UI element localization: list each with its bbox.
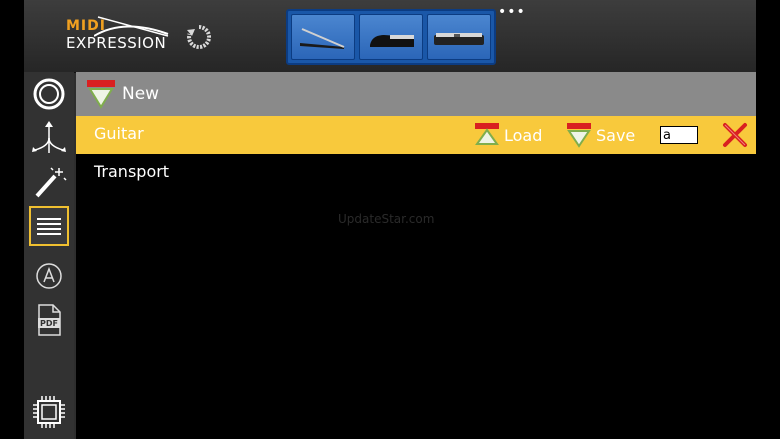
sidebar: PDF: [24, 72, 74, 439]
sidebar-item-record[interactable]: [29, 74, 69, 114]
chip-icon: [33, 396, 65, 428]
pdf-document-icon: PDF: [38, 304, 61, 336]
save-preset-button[interactable]: Save: [566, 120, 635, 150]
pedal-sustain-button[interactable]: [359, 14, 423, 60]
save-label: Save: [596, 125, 636, 145]
sync-icon[interactable]: [186, 24, 212, 50]
pedal-expression-button[interactable]: [291, 14, 355, 60]
logo-expression-text: EXPRESSION: [66, 34, 167, 52]
app-logo: MIDI EXPRESSION: [64, 16, 169, 56]
load-preset-button[interactable]: Load: [474, 120, 542, 150]
preset-row-selected[interactable]: Guitar Load Save: [76, 116, 756, 154]
preset-name: Guitar: [94, 124, 144, 143]
expression-pedal-icon: [300, 28, 345, 49]
sidebar-item-pdf[interactable]: PDF: [29, 300, 69, 340]
sidebar-item-automation[interactable]: [29, 256, 69, 296]
preset-row[interactable]: Transport: [76, 154, 756, 192]
circled-a-icon: [36, 263, 62, 289]
sustain-pedal-icon: [370, 35, 414, 47]
new-download-arrow-icon: [87, 80, 115, 109]
preset-name: Transport: [94, 162, 170, 181]
load-label: Load: [504, 125, 543, 145]
new-preset-button[interactable]: New: [86, 78, 159, 110]
preset-panel: New Guitar Load Save a Transport UpdateS…: [76, 72, 756, 439]
new-preset-label: New: [122, 84, 160, 104]
header: MIDI EXPRESSION •••: [24, 0, 756, 73]
watermark-text: UpdateStar.com: [338, 212, 435, 226]
pedal-switch-button[interactable]: [427, 14, 491, 60]
routing-arrows-icon: [32, 121, 66, 153]
preset-toolbar: New: [76, 72, 756, 116]
pedal-selector: [286, 9, 496, 65]
sidebar-item-magic[interactable]: [29, 162, 69, 202]
sidebar-item-routing[interactable]: [29, 118, 69, 158]
record-circle-icon: [33, 78, 65, 110]
app-window: MIDI EXPRESSION ••• PDF New Guitar Load …: [24, 0, 756, 439]
delete-x-icon[interactable]: [722, 122, 748, 148]
switch-pedal-icon: [434, 33, 484, 45]
svg-text:PDF: PDF: [40, 319, 58, 328]
list-icon: [37, 218, 61, 235]
magic-wand-icon: [35, 167, 67, 198]
sidebar-item-hardware[interactable]: [29, 392, 69, 432]
logo-midi-text: MIDI: [66, 18, 106, 34]
sidebar-item-presets[interactable]: [29, 206, 69, 246]
preset-name-input[interactable]: [660, 126, 698, 144]
save-download-arrow-icon: [567, 123, 591, 148]
more-options-button[interactable]: •••: [498, 4, 526, 20]
load-upload-arrow-icon: [475, 123, 499, 145]
